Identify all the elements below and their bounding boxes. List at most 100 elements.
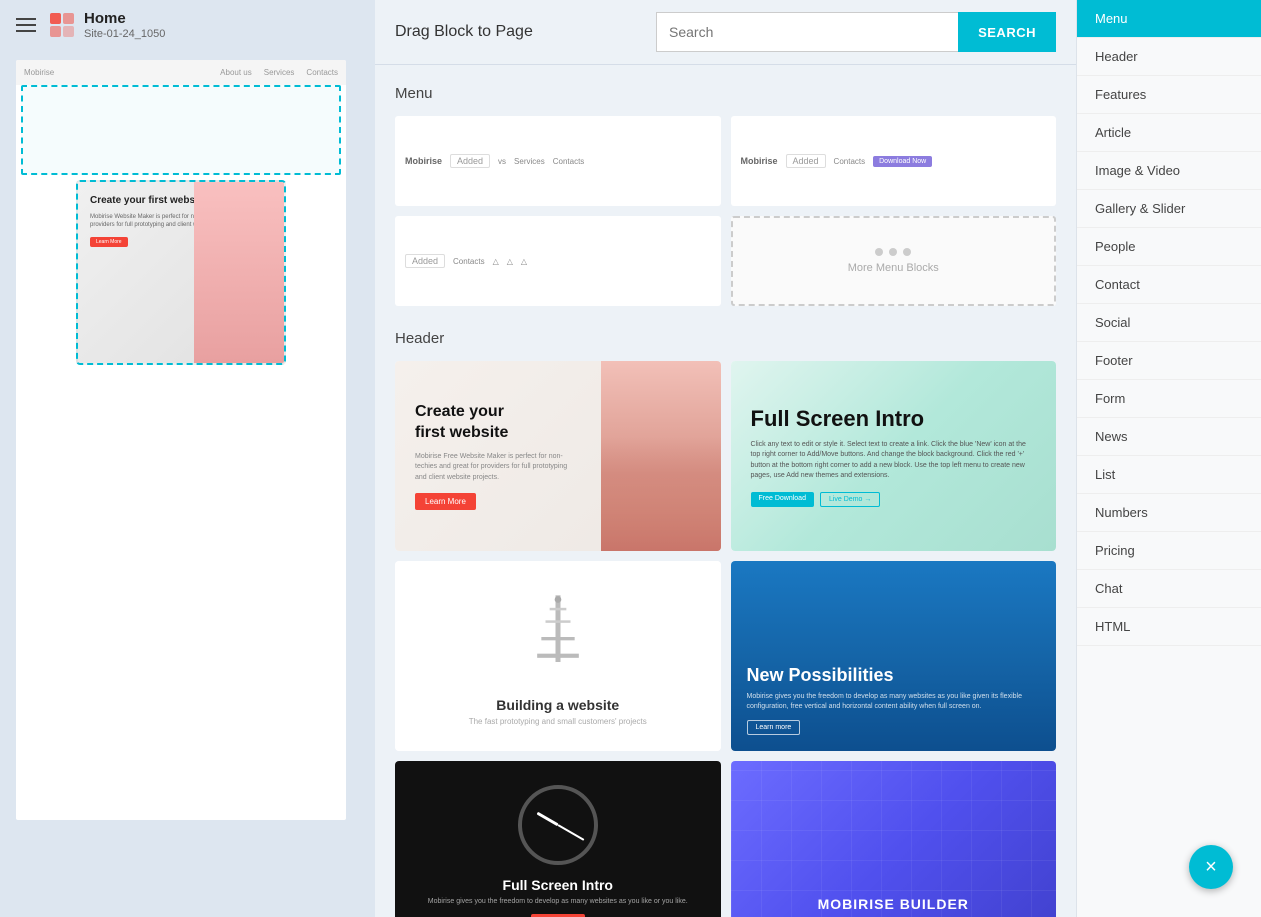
block-fs-title: Full Screen Intro xyxy=(751,406,1037,432)
block-img-mobirise-builder: MOBIRISE BUILDER Mobirise gives you the … xyxy=(731,761,1057,917)
site-canvas: Mobirise About usServicesContacts Create… xyxy=(16,60,346,820)
block-fs-btns: Free Download Live Demo → xyxy=(751,492,1037,507)
clock-hand-minute xyxy=(557,824,584,841)
sidebar-item-features[interactable]: Features xyxy=(1077,76,1261,114)
canvas-person-img xyxy=(194,182,284,363)
block-mb-title: MOBIRISE BUILDER xyxy=(747,896,1041,912)
sidebar-item-header[interactable]: Header xyxy=(1077,38,1261,76)
more-blocks-dots xyxy=(875,248,911,256)
sidebar-item-chat[interactable]: Chat xyxy=(1077,570,1261,608)
right-sidebar: Menu Header Features Article Image & Vid… xyxy=(1076,0,1261,917)
menu-section-title: Menu xyxy=(395,85,1056,102)
sidebar-item-form[interactable]: Form xyxy=(1077,380,1261,418)
menu-block-2-logo: Mobirise xyxy=(741,156,778,166)
canvas-logo-text: Mobirise xyxy=(24,68,54,77)
dot-2 xyxy=(889,248,897,256)
block-fs-btn-download: Free Download xyxy=(751,492,814,507)
hamburger-menu[interactable] xyxy=(16,18,36,32)
block-hero-desc: Mobirise Free Website Maker is perfect f… xyxy=(415,452,581,484)
search-button[interactable]: SEARCH xyxy=(958,12,1056,52)
menu-block-2-badge: Added xyxy=(786,154,826,168)
search-container: SEARCH xyxy=(656,12,1056,52)
header-block-4[interactable]: New Possibilities Mobirise gives you the… xyxy=(731,561,1057,751)
sidebar-item-article[interactable]: Article xyxy=(1077,114,1261,152)
dot-1 xyxy=(875,248,883,256)
menu-block-2[interactable]: Mobirise Added Contacts Download Now xyxy=(731,116,1057,206)
canvas-drag-selection xyxy=(21,85,341,175)
block-img-clock: Full Screen Intro Mobirise gives you the… xyxy=(395,761,721,917)
header-block-2[interactable]: Full Screen Intro Click any text to edit… xyxy=(731,361,1057,551)
menu-block-3-nav: Contacts △ △ △ xyxy=(453,257,527,266)
sidebar-item-social[interactable]: Social xyxy=(1077,304,1261,342)
app-logo-icon xyxy=(48,11,76,39)
block-fs-btn-live: Live Demo → xyxy=(820,492,880,507)
dot-3 xyxy=(903,248,911,256)
sidebar-item-news[interactable]: News xyxy=(1077,418,1261,456)
canvas-nav-items: About usServicesContacts xyxy=(220,68,338,77)
main-panel: Drag Block to Page SEARCH Menu Mobirise … xyxy=(375,0,1076,917)
site-info: Home Site-01-24_1050 xyxy=(84,10,165,40)
logo-area: Home Site-01-24_1050 xyxy=(48,10,165,40)
block-np-title: New Possibilities xyxy=(747,665,1041,686)
header-block-3[interactable]: Building a website The fast prototyping … xyxy=(395,561,721,751)
block-img-building: Building a website The fast prototyping … xyxy=(395,561,721,751)
canvas-top-bar: Mobirise About usServicesContacts xyxy=(16,60,346,85)
sidebar-item-numbers[interactable]: Numbers xyxy=(1077,494,1261,532)
menu-block-2-download-btn: Download Now xyxy=(873,156,932,167)
menu-block-3-badge: Added xyxy=(405,254,445,268)
sidebar-item-pricing[interactable]: Pricing xyxy=(1077,532,1261,570)
block-building-subtitle: The fast prototyping and small customers… xyxy=(469,717,647,726)
menu-block-1-logo: Mobirise xyxy=(405,156,442,166)
sidebar-item-footer[interactable]: Footer xyxy=(1077,342,1261,380)
drag-block-title: Drag Block to Page xyxy=(395,23,533,41)
sidebar-item-gallery-slider[interactable]: Gallery & Slider xyxy=(1077,190,1261,228)
header-block-6[interactable]: MOBIRISE BUILDER Mobirise gives you the … xyxy=(731,761,1057,917)
sidebar-item-image-video[interactable]: Image & Video xyxy=(1077,152,1261,190)
tower-icon xyxy=(528,587,588,687)
site-preview-panel: Home Site-01-24_1050 Mobirise About usSe… xyxy=(0,0,375,917)
block-img-new-possibilities: New Possibilities Mobirise gives you the… xyxy=(731,561,1057,751)
menu-block-1-nav: vsServicesContacts xyxy=(498,157,584,166)
sidebar-item-list[interactable]: List xyxy=(1077,456,1261,494)
clock-visual xyxy=(518,785,598,865)
site-preview-area: Mobirise About usServicesContacts Create… xyxy=(0,50,375,917)
search-input[interactable] xyxy=(656,12,958,52)
sidebar-item-contact[interactable]: Contact xyxy=(1077,266,1261,304)
menu-block-1[interactable]: Mobirise Added vsServicesContacts xyxy=(395,116,721,206)
block-img-hero: Create yourfirst website Mobirise Free W… xyxy=(395,361,721,551)
close-icon: × xyxy=(1205,857,1217,877)
block-fs-desc: Click any text to edit or style it. Sele… xyxy=(751,440,1037,482)
canvas-featured-btn: Learn More xyxy=(90,237,128,247)
close-button[interactable]: × xyxy=(1189,845,1233,889)
clock-hand-hour xyxy=(536,811,558,826)
site-title: Home xyxy=(84,10,165,28)
menu-block-more[interactable]: More Menu Blocks xyxy=(731,216,1057,306)
block-person-img xyxy=(601,361,721,551)
block-hero-content: Create yourfirst website Mobirise Free W… xyxy=(395,361,601,551)
menu-block-3[interactable]: Added Contacts △ △ △ xyxy=(395,216,721,306)
menu-block-2-nav: Contacts xyxy=(834,157,866,166)
menu-block-1-badge: Added xyxy=(450,154,490,168)
block-np-btn: Learn more xyxy=(747,720,801,735)
header-block-1[interactable]: Create yourfirst website Mobirise Free W… xyxy=(395,361,721,551)
block-hero-btn: Learn More xyxy=(415,493,476,510)
canvas-featured-block: Create your first website Mobirise Websi… xyxy=(76,180,286,365)
more-menu-text: More Menu Blocks xyxy=(848,262,939,274)
block-building-title: Building a website xyxy=(496,697,619,713)
sidebar-item-menu[interactable]: Menu xyxy=(1077,0,1261,38)
menu-blocks-grid: Mobirise Added vsServicesContacts Mobiri… xyxy=(395,116,1056,306)
header-block-5[interactable]: Full Screen Intro Mobirise gives you the… xyxy=(395,761,721,917)
sidebar-item-html[interactable]: HTML xyxy=(1077,608,1261,646)
grid-overlay xyxy=(731,761,1057,917)
header-section-title: Header xyxy=(395,330,1056,347)
block-fs2-title: Full Screen Intro xyxy=(503,877,613,893)
block-np-desc: Mobirise gives you the freedom to develo… xyxy=(747,692,1041,712)
top-bar: Home Site-01-24_1050 xyxy=(0,0,375,50)
canvas-featured-content: Create your first website Mobirise Websi… xyxy=(78,182,284,363)
header-blocks-grid: Create yourfirst website Mobirise Free W… xyxy=(395,361,1056,917)
site-subtitle: Site-01-24_1050 xyxy=(84,28,165,40)
sidebar-item-people[interactable]: People xyxy=(1077,228,1261,266)
block-hero-title: Create yourfirst website xyxy=(415,402,581,444)
blocks-area[interactable]: Menu Mobirise Added vsServicesContacts M… xyxy=(375,65,1076,917)
block-img-fullscreen: Full Screen Intro Click any text to edit… xyxy=(731,361,1057,551)
